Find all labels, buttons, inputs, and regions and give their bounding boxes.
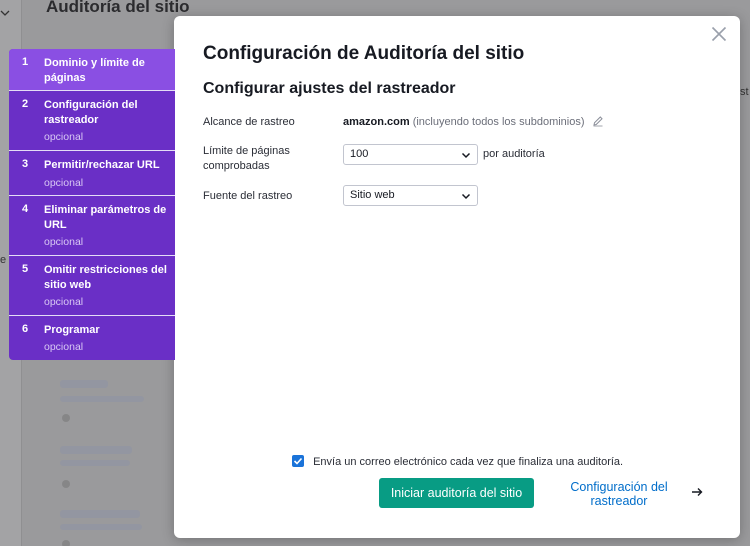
step-number: 2	[22, 98, 29, 110]
step-label: Programar	[44, 324, 100, 336]
background-blurred-item	[60, 510, 140, 518]
step-label: Configuración del rastreador	[44, 99, 138, 126]
background-page-title: Auditoría del sitio	[46, 0, 190, 16]
email-notification-label: Envía un correo electrónico cada vez que…	[313, 456, 624, 468]
background-blurred-item	[60, 460, 130, 466]
crawler-settings-link[interactable]: Configuración del rastreador	[560, 480, 678, 508]
crawl-source-value: Sitio web	[350, 189, 395, 201]
step-number: 4	[22, 203, 29, 215]
close-button[interactable]	[708, 24, 730, 46]
pencil-icon[interactable]	[592, 115, 604, 130]
step-label: Permitir/rechazar URL	[44, 159, 160, 171]
modal-title: Configuración de Auditoría del sitio	[203, 43, 525, 64]
arrow-right-icon[interactable]	[691, 486, 703, 498]
crawl-source-select[interactable]: Sitio web	[343, 185, 478, 206]
step-optional: opcional	[44, 131, 84, 143]
step-label: Eliminar parámetros de URL	[44, 204, 167, 231]
crawl-scope-label: Alcance de rastreo	[203, 116, 295, 128]
background-blurred-item	[60, 446, 132, 454]
step-number: 5	[22, 263, 29, 275]
steps-sidebar: 1 Dominio y límite de páginas 2 Configur…	[9, 49, 175, 360]
chevron-down-icon	[461, 152, 471, 159]
step-schedule[interactable]: 6 Programar opcional	[9, 316, 175, 360]
step-optional: opcional	[44, 341, 84, 353]
step-label: Omitir restricciones del sitio web	[44, 264, 167, 291]
background-blurred-dot	[62, 414, 70, 422]
background-partial-text-right: st	[740, 86, 749, 98]
step-optional: opcional	[44, 236, 84, 248]
background-partial-text-left: e	[0, 254, 7, 266]
crawl-scope-value: amazon.com (incluyendo todos los subdomi…	[343, 115, 604, 130]
step-allow-disallow-urls[interactable]: 3 Permitir/rechazar URL opcional	[9, 151, 175, 196]
step-number: 3	[22, 158, 29, 170]
close-icon	[711, 26, 727, 41]
step-number: 1	[22, 56, 29, 68]
background-blurred-item	[60, 524, 142, 530]
step-optional: opcional	[44, 296, 84, 308]
background-blurred-item	[60, 396, 144, 402]
start-audit-button[interactable]: Iniciar auditoría del sitio	[379, 478, 534, 508]
step-label: Dominio y límite de páginas	[44, 57, 145, 84]
background-blurred-item	[60, 380, 108, 388]
email-notification-checkbox[interactable]	[292, 455, 304, 467]
page-limit-label: Límite de páginas comprobadas	[203, 145, 290, 172]
step-optional: opcional	[44, 177, 84, 189]
step-number: 6	[22, 323, 29, 335]
chevron-down-icon	[461, 193, 471, 200]
crawl-scope-note: (incluyendo todos los subdominios)	[412, 116, 585, 128]
crawl-scope-domain: amazon.com	[343, 116, 410, 128]
crawl-source-label: Fuente del rastreo	[203, 190, 293, 202]
check-icon	[293, 457, 303, 465]
step-crawler-settings[interactable]: 2 Configuración del rastreador opcional	[9, 91, 175, 151]
page-limit-suffix: por auditoría	[483, 148, 545, 160]
chevron-down-icon	[0, 8, 10, 21]
step-bypass-restrictions[interactable]: 5 Omitir restricciones del sitio web opc…	[9, 256, 175, 316]
audit-settings-modal: Configuración de Auditoría del sitio Con…	[174, 16, 740, 538]
page-limit-value: 100	[350, 148, 369, 160]
section-title: Configurar ajustes del rastreador	[203, 80, 456, 97]
email-notification-row: Envía un correo electrónico cada vez que…	[292, 455, 623, 468]
step-remove-url-parameters[interactable]: 4 Eliminar parámetros de URL opcional	[9, 196, 175, 256]
page-limit-select[interactable]: 100	[343, 144, 478, 165]
background-blurred-dot	[62, 480, 70, 488]
step-domain-limit[interactable]: 1 Dominio y límite de páginas	[9, 49, 175, 91]
background-blurred-dot	[62, 540, 70, 546]
